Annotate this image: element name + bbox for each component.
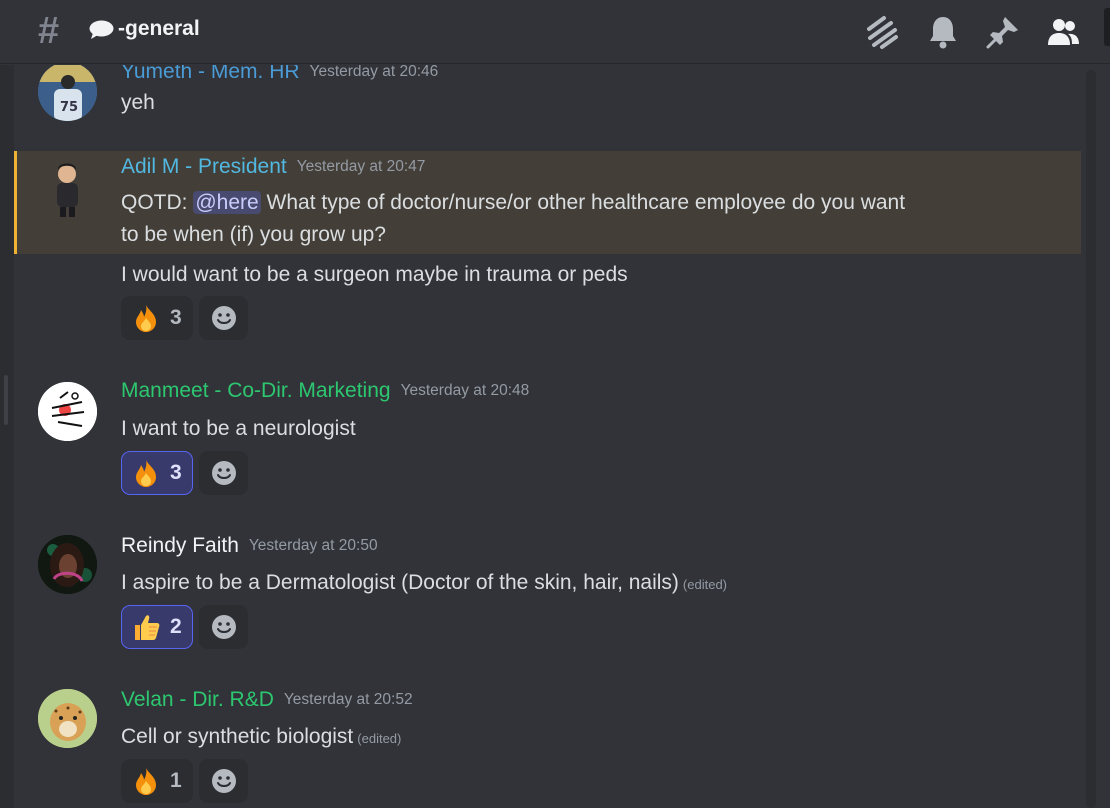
message-timestamp: Yesterday at 20:46 <box>309 65 439 80</box>
avatar[interactable] <box>38 689 97 748</box>
avatar[interactable] <box>38 382 97 441</box>
fire-icon <box>131 303 161 333</box>
reaction-bar: 3 <box>121 451 248 495</box>
message-author[interactable]: Reindy Faith Yesterday at 20:50 <box>121 534 378 558</box>
avatar[interactable]: 75 <box>38 65 97 121</box>
toolbar-edge <box>1104 8 1110 46</box>
message-timestamp: Yesterday at 20:52 <box>283 691 413 708</box>
edited-label: (edited) <box>682 577 727 592</box>
author-name[interactable]: Yumeth - Mem. HR <box>121 65 300 83</box>
message-text-line2: to be when (if) you grow up? <box>121 223 386 246</box>
thumbs-up-icon <box>131 612 161 642</box>
message-author[interactable]: Velan - Dir. R&D Yesterday at 20:52 <box>121 688 413 712</box>
fire-icon <box>131 458 161 488</box>
message-text: Cell or synthetic biologist (edited) <box>121 720 401 755</box>
reaction-thumbs-up[interactable]: 2 <box>121 605 193 649</box>
add-reaction-button[interactable] <box>199 605 248 649</box>
message-author[interactable]: Adil M - President Yesterday at 20:47 <box>121 155 425 179</box>
message-text: I want to be a neurologist <box>121 417 356 440</box>
scrollbar[interactable] <box>1086 70 1096 808</box>
message-list: 75 Yumeth - Mem. HR Yesterday at 20:46 ye… <box>0 65 1086 808</box>
reaction-bar: 3 <box>121 296 248 340</box>
author-name[interactable]: Manmeet - Co-Dir. Marketing <box>121 379 391 402</box>
smiley-icon <box>211 461 236 485</box>
reaction-fire[interactable]: 1 <box>121 759 193 803</box>
smiley-icon <box>211 615 236 639</box>
message-text: What type of doctor/nurse/or other healt… <box>260 191 906 214</box>
message-text-content: Cell or synthetic biologist <box>121 725 354 748</box>
fire-icon <box>131 766 161 796</box>
message-text-content: I aspire to be a Dermatologist (Doctor o… <box>121 571 679 594</box>
qotd-prefix: QOTD: <box>121 191 194 214</box>
smiley-icon <box>211 306 236 330</box>
bell-icon[interactable] <box>925 14 961 50</box>
reaction-bar: 1 <box>121 759 248 803</box>
message-text: yeh <box>121 91 155 114</box>
reaction-count: 1 <box>170 769 182 792</box>
add-reaction-button[interactable] <box>199 451 248 495</box>
message-timestamp: Yesterday at 20:50 <box>248 537 378 554</box>
avatar[interactable] <box>38 535 97 594</box>
threads-icon[interactable] <box>864 14 900 50</box>
message-item: Reindy Faith Yesterday at 20:50 I aspire … <box>14 524 1081 654</box>
speech-bubble-icon <box>89 20 114 39</box>
message-item-highlighted: Adil M - President Yesterday at 20:47 QOT… <box>14 151 1081 254</box>
reaction-count: 3 <box>170 461 182 484</box>
message-timestamp: Yesterday at 20:48 <box>400 382 530 399</box>
message-text: I would want to be a surgeon maybe in tr… <box>121 263 628 286</box>
svg-text:75: 75 <box>60 100 78 115</box>
message-author[interactable]: Manmeet - Co-Dir. Marketing Yesterday at … <box>121 379 529 403</box>
message-timestamp: Yesterday at 20:47 <box>296 158 426 175</box>
avatar[interactable] <box>38 159 97 218</box>
channel-name: -general <box>118 17 200 40</box>
message-author[interactable]: Yumeth - Mem. HR Yesterday at 20:46 <box>121 65 438 84</box>
author-name[interactable]: Adil M - President <box>121 155 287 178</box>
add-reaction-button[interactable] <box>199 296 248 340</box>
message-item: Velan - Dir. R&D Yesterday at 20:52 Cell … <box>14 678 1081 808</box>
reaction-fire[interactable]: 3 <box>121 451 193 495</box>
reaction-count: 2 <box>170 615 182 638</box>
add-reaction-button[interactable] <box>199 759 248 803</box>
members-icon[interactable] <box>1045 14 1081 50</box>
message-item: I would want to be a surgeon maybe in tr… <box>14 254 1081 344</box>
reaction-fire[interactable]: 3 <box>121 296 193 340</box>
reaction-bar: 2 <box>121 605 248 649</box>
author-name[interactable]: Velan - Dir. R&D <box>121 688 274 711</box>
here-mention[interactable]: @here <box>193 191 261 214</box>
reaction-count: 3 <box>170 306 182 329</box>
message-text-line1: QOTD: @here What type of doctor/nurse/or… <box>121 186 905 219</box>
edited-label: (edited) <box>357 731 402 746</box>
smiley-icon <box>211 769 236 793</box>
message-text: I aspire to be a Dermatologist (Doctor o… <box>121 566 727 601</box>
pin-icon[interactable] <box>985 14 1021 50</box>
author-name[interactable]: Reindy Faith <box>121 534 239 557</box>
channel-hash-icon: # <box>38 10 60 52</box>
message-item: Manmeet - Co-Dir. Marketing Yesterday at … <box>14 370 1081 500</box>
message-item: 75 Yumeth - Mem. HR Yesterday at 20:46 ye… <box>14 65 1081 133</box>
channel-header: # -general <box>0 0 1110 64</box>
